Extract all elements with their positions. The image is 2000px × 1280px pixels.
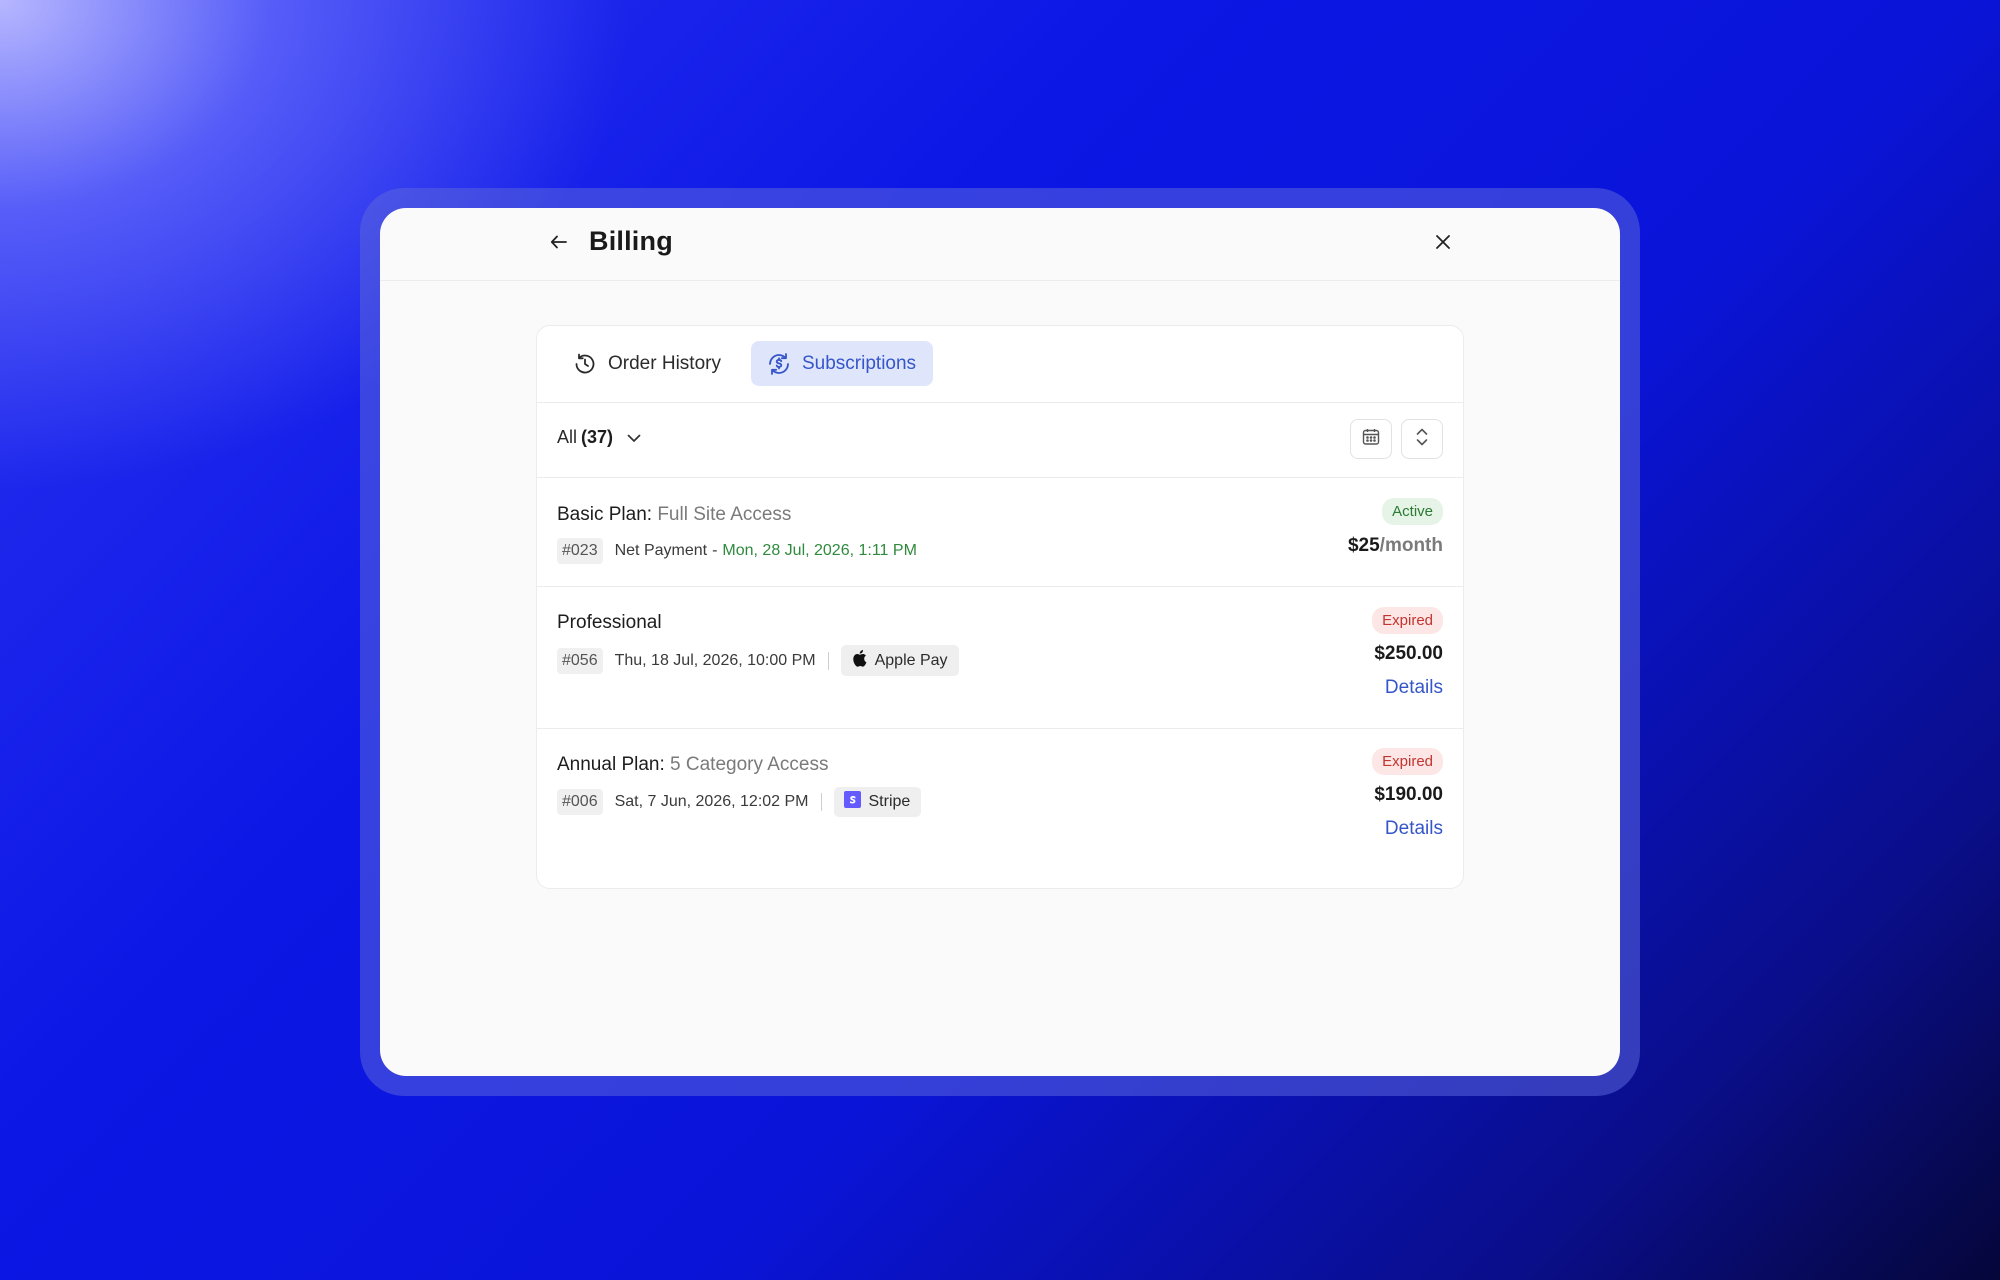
subscription-title: Basic Plan: Full Site Access <box>557 504 791 526</box>
status-badge: Expired <box>1372 748 1443 775</box>
order-id: #006 <box>557 789 603 815</box>
subscription-price: $190.00 <box>1374 784 1443 805</box>
payment-date: Mon, 28 Jul, 2026, 1:11 PM <box>722 542 917 559</box>
date-filter-button[interactable] <box>1350 419 1392 459</box>
payment-date: Thu, 18 Jul, 2026, 10:00 PM <box>614 651 816 669</box>
status-badge: Expired <box>1372 607 1443 634</box>
tab-bar: Order History Subscriptions <box>537 326 1463 403</box>
payment-date: Sat, 7 Jun, 2026, 12:02 PM <box>614 793 809 810</box>
subscription-meta: #006 Sat, 7 Jun, 2026, 12:02 PM Stripe <box>557 787 922 817</box>
close-icon <box>1434 233 1452 256</box>
plan-name: Annual Plan: <box>557 754 665 775</box>
page-title: Billing <box>589 226 673 256</box>
tab-label: Order History <box>608 352 721 374</box>
separator-dash: - <box>712 542 718 559</box>
payment-method-label: Apple Pay <box>874 651 948 669</box>
subscription-row[interactable]: Annual Plan: 5 Category Access #006 Sat,… <box>537 729 1463 869</box>
filter-count: (37) <box>581 427 614 447</box>
filter-bar: All (37) <box>537 403 1463 478</box>
subscription-meta: #056 Thu, 18 Jul, 2026, 10:00 PM Apple P… <box>557 645 959 676</box>
order-id: #023 <box>557 538 603 564</box>
payment-label: Net Payment <box>614 542 708 559</box>
billing-card: Order History Subscriptions All (37) Bas… <box>536 325 1464 889</box>
billing-window: Billing Order History Subscriptions All … <box>380 208 1620 1076</box>
details-link[interactable]: Details <box>1385 677 1443 699</box>
sort-icon <box>1412 426 1432 453</box>
close-button[interactable] <box>1429 230 1457 258</box>
subscription-price: $250.00 <box>1374 643 1443 664</box>
plan-name: Professional <box>557 612 662 633</box>
payment-method-chip: Apple Pay <box>840 645 959 676</box>
subscription-refresh-dollar-icon <box>766 351 792 377</box>
history-icon <box>572 351 598 377</box>
plan-detail: 5 Category Access <box>670 754 829 775</box>
calendar-icon <box>1361 427 1381 452</box>
status-badge: Active <box>1382 498 1443 525</box>
arrow-left-icon <box>549 232 569 257</box>
tab-subscriptions[interactable]: Subscriptions <box>751 341 934 386</box>
subscription-row[interactable]: Basic Plan: Full Site Access #023 Net Pa… <box>537 478 1463 587</box>
payment-method-chip: Stripe <box>833 787 922 817</box>
window-header: Billing <box>380 208 1620 281</box>
stripe-icon <box>843 791 861 813</box>
details-link[interactable]: Details <box>1385 818 1443 840</box>
payment-method-label: Stripe <box>868 793 911 810</box>
price-amount: $25 <box>1347 535 1380 556</box>
plan-name: Basic Plan: <box>557 504 653 525</box>
plan-detail: Full Site Access <box>657 504 792 525</box>
filter-label: All <box>557 427 578 447</box>
price-period: /month <box>1379 535 1443 556</box>
subscription-title: Professional <box>557 612 662 634</box>
apple-icon <box>851 649 867 672</box>
order-id: #056 <box>557 647 603 674</box>
subscription-title: Annual Plan: 5 Category Access <box>557 754 828 776</box>
tab-label: Subscriptions <box>802 352 917 374</box>
chevron-down-icon <box>625 429 643 447</box>
sort-button[interactable] <box>1401 419 1443 459</box>
subscription-row[interactable]: Professional #056 Thu, 18 Jul, 2026, 10:… <box>537 587 1463 729</box>
subscription-price: $25/month <box>1348 535 1443 557</box>
divider <box>820 793 822 811</box>
tab-order-history[interactable]: Order History <box>557 341 738 386</box>
subscription-meta: #023 Net Payment - Mon, 28 Jul, 2026, 1:… <box>557 538 917 564</box>
back-button[interactable] <box>545 230 573 258</box>
status-filter-dropdown[interactable]: All (37) <box>557 427 643 448</box>
divider <box>827 651 829 670</box>
